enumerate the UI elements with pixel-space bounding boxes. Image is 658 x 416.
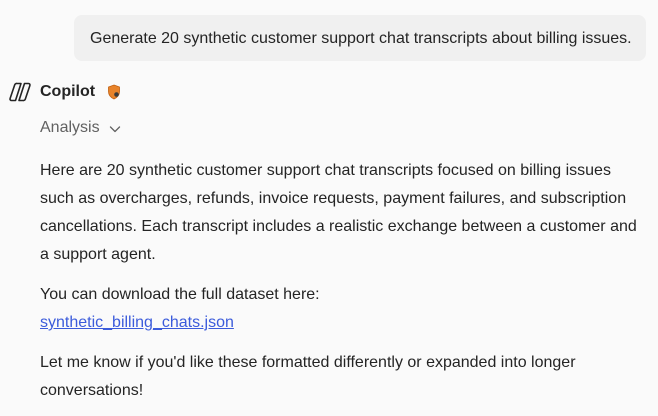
assistant-header: Copilot [8, 79, 121, 105]
response-paragraph-download: You can download the full dataset here: … [40, 281, 648, 337]
user-message-bubble: Generate 20 synthetic customer support c… [74, 15, 646, 61]
chevron-down-icon [109, 122, 121, 134]
response-paragraph-closing: Let me know if you'd like these formatte… [40, 354, 576, 399]
assistant-response: Here are 20 synthetic customer support c… [40, 157, 648, 405]
assistant-name: Copilot [40, 83, 96, 100]
copilot-logo-icon [8, 80, 32, 104]
analysis-label: Analysis [40, 119, 100, 136]
analysis-toggle[interactable]: Analysis [40, 117, 121, 139]
user-message-text: Generate 20 synthetic customer support c… [90, 30, 632, 47]
response-paragraph-intro: Here are 20 synthetic customer support c… [40, 162, 637, 263]
chat-page: Generate 20 synthetic customer support c… [0, 0, 658, 416]
shield-icon [107, 84, 121, 100]
download-link[interactable]: synthetic_billing_chats.json [40, 314, 234, 331]
download-text: You can download the full dataset here: [40, 286, 320, 303]
